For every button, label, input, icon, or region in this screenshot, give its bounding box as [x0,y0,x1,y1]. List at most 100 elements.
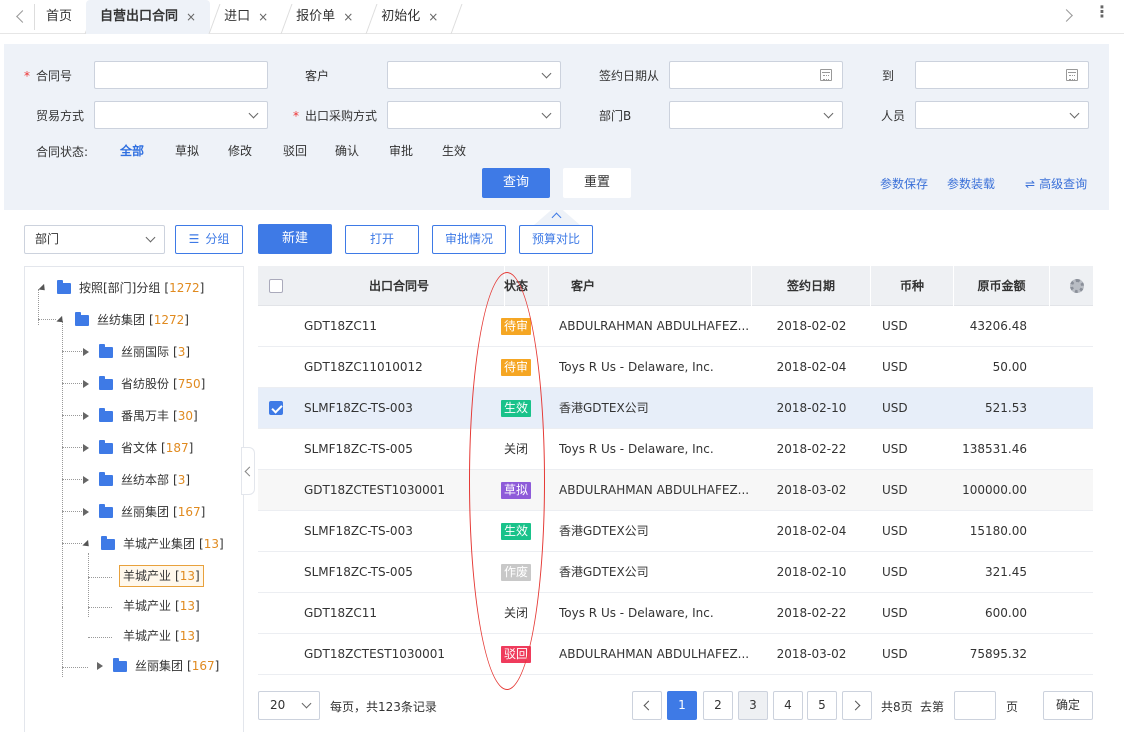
calendar-icon[interactable] [1066,69,1078,81]
new-button[interactable]: 新建 [258,224,332,254]
group-button[interactable]: ☰ 分组 [175,225,243,254]
table-row[interactable]: SLMF18ZC-TS-005 作废 香港GDTEX公司 2018-02-10 USD 3… [258,552,1093,593]
calendar-icon[interactable] [820,69,832,81]
page-button-5[interactable]: 5 [807,691,837,720]
trade-mode-select[interactable] [94,101,268,129]
table-row[interactable]: SLMF18ZC-TS-003 生效 香港GDTEX公司 2018-02-04 USD 1… [258,511,1093,552]
tree-node[interactable]: 丝丽集团 [167] [83,502,205,522]
tree-node[interactable]: 省纺股份 [750] [83,374,205,394]
status-option-3[interactable]: 驳回 [283,142,307,159]
chevron-right-icon[interactable] [1060,6,1078,26]
prev-page-button[interactable] [632,691,662,720]
more-icon[interactable]: ⋮ [1092,4,1112,26]
caret-right-icon[interactable] [83,476,89,484]
tree-node-label: 羊城产业集团 [123,537,196,551]
tab-3[interactable]: 报价单 × [282,0,378,34]
col-status[interactable]: 状态 [484,266,548,306]
table-row[interactable]: SLMF18ZC-TS-003 生效 香港GDTEX公司 2018-02-10 USD 5… [258,388,1093,429]
cell-contract-no: SLMF18ZC-TS-005 [304,565,413,579]
page-size-select[interactable]: 20 [258,691,320,720]
status-option-5[interactable]: 审批 [389,142,413,159]
tree-node[interactable]: 羊城产业 [13] [119,565,204,587]
purchase-mode-select[interactable] [387,101,561,129]
total-pages: 共8页 [881,700,913,714]
caret-right-icon[interactable] [83,412,89,420]
status-option-2[interactable]: 修改 [228,142,252,159]
caret-right-icon[interactable] [97,662,103,670]
approval-status-button[interactable]: 审批情况 [432,225,506,254]
close-icon[interactable]: × [428,0,438,34]
table-row[interactable]: GDT18ZC11 关闭 Toys R Us - Delaware, Inc. 201… [258,593,1093,634]
table-row[interactable]: SLMF18ZC-TS-005 关闭 Toys R Us - Delaware, I… [258,429,1093,470]
table-row[interactable]: GDT18ZC11010012 待审 Toys R Us - Delaware, I… [258,347,1093,388]
tab-1[interactable]: 自营出口合同 × [86,0,221,34]
sign-date-from-input[interactable] [669,61,843,89]
col-sign-date[interactable]: 签约日期 [752,266,871,306]
tree-node[interactable]: 丝纺集团 [1272] [56,310,189,330]
caret-right-icon[interactable] [83,444,89,452]
contract-no-input[interactable] [94,61,268,89]
close-icon[interactable]: × [186,0,196,34]
sign-date-to-input[interactable] [915,61,1089,89]
open-button[interactable]: 打开 [345,225,419,254]
cell-contract-no: GDT18ZC11010012 [304,360,423,374]
table-row[interactable]: GDT18ZCTEST1030001 草拟 ABDULRAHMAN ABDULHAF… [258,470,1093,511]
tree-node[interactable]: 按照[部门]分组 [1272] [38,278,204,298]
dept-b-select[interactable] [669,101,843,129]
budget-compare-button[interactable]: 预算对比 [519,225,593,254]
customer-select[interactable] [387,61,561,89]
select-all-checkbox[interactable] [269,279,283,293]
next-page-button[interactable] [842,691,872,720]
page-button-4[interactable]: 4 [773,691,803,720]
caret-right-icon[interactable] [83,348,89,356]
person-select[interactable] [915,101,1089,129]
caret-down-icon[interactable] [56,315,66,325]
load-params-link[interactable]: 参数装载 [947,175,995,192]
status-badge: 生效 [500,523,531,540]
close-icon[interactable]: × [343,0,353,34]
tree-node[interactable]: 省文体 [187] [83,438,193,458]
collapse-filter-toggle[interactable] [534,205,580,225]
col-customer[interactable]: 客户 [548,266,752,306]
goto-page-input[interactable] [954,691,996,720]
group-by-select[interactable]: 部门 [24,225,165,254]
tree-node[interactable]: 羊城产业 [13] [123,596,200,616]
cell-status: 生效 [484,388,548,429]
confirm-button[interactable]: 确定 [1043,691,1093,720]
status-option-1[interactable]: 草拟 [175,142,199,159]
row-checkbox[interactable] [269,401,283,415]
cell-contract-no: GDT18ZCTEST1030001 [304,647,446,661]
col-amount[interactable]: 原币金额 [954,266,1050,306]
save-params-link[interactable]: 参数保存 [880,175,928,192]
caret-down-icon[interactable] [82,539,92,549]
caret-right-icon[interactable] [83,380,89,388]
page-button-3[interactable]: 3 [738,691,768,720]
caret-down-icon[interactable] [38,283,48,293]
tree-node[interactable]: 丝纺本部 [3] [83,470,190,490]
chevron-down-icon [541,68,552,79]
tab-0[interactable]: 首页 [0,0,97,34]
tree-node[interactable]: 丝丽国际 [3] [83,342,190,362]
collapse-sidebar-handle[interactable] [241,447,255,495]
gear-icon[interactable] [1070,279,1084,293]
table-row[interactable]: GDT18ZCTEST1030001 驳回 ABDULRAHMAN ABDULHAF… [258,634,1093,675]
caret-right-icon[interactable] [83,508,89,516]
advanced-query-link[interactable]: ⇌ 高级查询 [1025,175,1087,192]
tree-node[interactable]: 番禺万丰 [30] [83,406,198,426]
status-option-6[interactable]: 生效 [442,142,466,159]
col-contract-no[interactable]: 出口合同号 [294,266,505,306]
close-icon[interactable]: × [258,0,268,34]
tree-node[interactable]: 羊城产业集团 [13] [82,534,224,554]
page-button-1[interactable]: 1 [667,691,697,720]
tree-node[interactable]: 丝丽集团 [167] [97,656,219,676]
tab-4[interactable]: 初始化 × [367,0,463,34]
query-button[interactable]: 查询 [482,168,550,198]
status-option-0[interactable]: 全部 [120,142,144,159]
reset-button[interactable]: 重置 [563,168,631,198]
tree-node[interactable]: 羊城产业 [13] [123,626,200,646]
col-currency[interactable]: 币种 [871,266,954,306]
page-button-2[interactable]: 2 [703,691,733,720]
table-row[interactable]: GDT18ZC11 待审 ABDULRAHMAN ABDULHAFEZ... 2018… [258,306,1093,347]
status-option-4[interactable]: 确认 [335,142,359,159]
tab-2[interactable]: 进口 × [210,0,293,34]
